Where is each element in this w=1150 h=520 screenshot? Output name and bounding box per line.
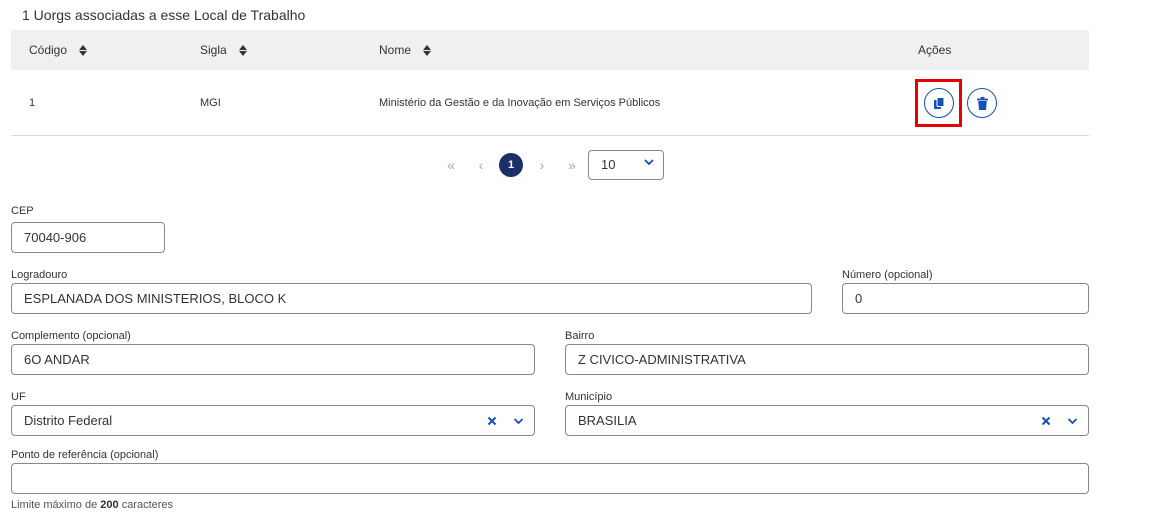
sort-icon[interactable]	[79, 44, 88, 56]
complemento-value: 6O ANDAR	[24, 352, 90, 367]
logradouro-label: Logradouro	[11, 269, 68, 281]
section-title: 1 Uorgs associadas a esse Local de Traba…	[22, 7, 306, 23]
column-label: Nome	[379, 43, 412, 57]
cep-field[interactable]: 70040-906	[11, 222, 165, 253]
hint-suffix: caracteres	[121, 499, 174, 511]
hint-prefix: Limite máximo de	[11, 499, 98, 511]
bairro-value: Z CIVICO-ADMINISTRATIVA	[578, 352, 746, 367]
cell-nome: Ministério da Gestão e da Inovação em Se…	[379, 97, 661, 109]
uf-label: UF	[11, 391, 26, 403]
uf-select[interactable]: Distrito Federal	[11, 405, 535, 436]
copy-button[interactable]	[924, 88, 954, 118]
complemento-field[interactable]: 6O ANDAR	[11, 344, 535, 375]
sort-icon[interactable]	[238, 44, 247, 56]
char-limit-hint: Limite máximo de 200 caracteres	[11, 499, 173, 511]
municipio-label: Município	[565, 391, 613, 403]
column-header-codigo[interactable]: Código	[29, 30, 88, 70]
delete-button[interactable]	[967, 88, 997, 118]
column-header-nome[interactable]: Nome	[379, 30, 432, 70]
prev-page-button[interactable]: ‹	[472, 150, 490, 180]
column-label: Código	[29, 43, 68, 57]
pagination: « ‹ 1 › » 10	[0, 150, 1150, 180]
ponto-referencia-field[interactable]	[11, 463, 1089, 494]
page-size-select[interactable]: 10	[588, 150, 664, 180]
bairro-field[interactable]: Z CIVICO-ADMINISTRATIVA	[565, 344, 1089, 375]
municipio-value: BRASILIA	[578, 413, 637, 428]
cep-value: 70040-906	[24, 230, 87, 245]
chevron-down-icon[interactable]	[513, 417, 524, 425]
column-label: Sigla	[200, 43, 227, 57]
column-header-acoes: Ações	[918, 30, 951, 70]
next-page-button[interactable]: ›	[533, 150, 551, 180]
logradouro-value: ESPLANADA DOS MINISTERIOS, BLOCO K	[24, 291, 287, 306]
numero-label: Número (opcional)	[842, 269, 933, 281]
first-page-button[interactable]: «	[442, 150, 460, 180]
numero-value: 0	[855, 291, 863, 306]
ponto-referencia-label: Ponto de referência (opcional)	[11, 449, 159, 461]
sort-icon[interactable]	[423, 44, 432, 56]
chevron-down-icon[interactable]	[1067, 417, 1078, 425]
bairro-label: Bairro	[565, 330, 595, 342]
clear-icon[interactable]	[487, 416, 497, 426]
complemento-label: Complemento (opcional)	[11, 330, 131, 342]
page-button-current[interactable]: 1	[499, 153, 523, 177]
hint-number: 200	[100, 499, 119, 511]
column-label: Ações	[918, 43, 952, 57]
cep-label: CEP	[11, 205, 34, 217]
trash-icon	[976, 96, 988, 110]
cell-sigla: MGI	[200, 97, 221, 109]
municipio-select[interactable]: BRASILIA	[565, 405, 1089, 436]
page-size-value: 10	[601, 157, 616, 172]
uf-value: Distrito Federal	[24, 413, 113, 428]
copy-icon	[934, 96, 945, 109]
last-page-button[interactable]: »	[563, 150, 581, 180]
chevron-down-icon	[644, 159, 654, 166]
clear-icon[interactable]	[1041, 416, 1051, 426]
logradouro-field[interactable]: ESPLANADA DOS MINISTERIOS, BLOCO K	[11, 283, 812, 314]
numero-field[interactable]: 0	[842, 283, 1089, 314]
table-header: Código Sigla Nome Ações	[11, 30, 1089, 70]
cell-codigo: 1	[29, 97, 36, 109]
column-header-sigla[interactable]: Sigla	[200, 30, 247, 70]
